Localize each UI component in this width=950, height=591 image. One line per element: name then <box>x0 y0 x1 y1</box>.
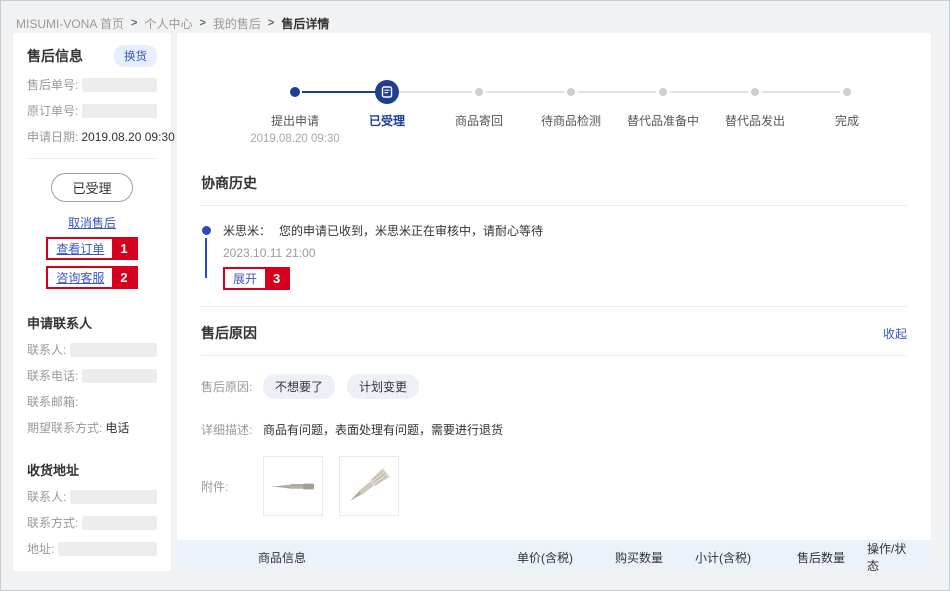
annotation-number-2: 2 <box>112 268 135 287</box>
preferred-contact-row: 期望联系方式: 电话 <box>27 419 157 436</box>
timeline-dot <box>202 226 211 235</box>
breadcrumb-separator: > <box>131 17 137 29</box>
accepted-step-icon <box>375 80 399 104</box>
product-table-header: 商品信息 单价(含税) 购买数量 小计(含税) 售后数量 操作/状态 <box>177 540 931 571</box>
annotation-box-3: 展开 3 <box>223 267 290 290</box>
redacted-value <box>82 369 157 383</box>
step-accepted: 已受理 <box>341 79 433 145</box>
reason-tag: 计划变更 <box>347 374 419 399</box>
col-product-info: 商品信息 <box>190 549 517 566</box>
step-dot-done <box>290 87 300 97</box>
annotation-number-3: 3 <box>265 269 288 288</box>
timeline-marker <box>201 222 211 290</box>
original-order-number-row: 原订单号: <box>27 102 157 119</box>
breadcrumb-separator: > <box>268 17 274 29</box>
address-row: 地址: <box>27 540 157 557</box>
collapse-section-link[interactable]: 收起 <box>883 325 907 342</box>
shipping-address-title: 收货地址 <box>27 460 157 479</box>
tool-photo-2 <box>343 460 395 512</box>
applicant-email-row: 联系邮箱: <box>27 393 157 410</box>
step-submitted: 提出申请 2019.08.20 09:30 <box>249 79 341 145</box>
applicant-phone-row: 联系电话: <box>27 367 157 384</box>
redacted-value <box>82 78 157 92</box>
exchange-type-badge: 换货 <box>114 45 157 67</box>
step-replacement-preparing: 替代品准备中 <box>617 79 709 145</box>
divider <box>27 158 157 159</box>
tool-photo-1 <box>267 460 319 512</box>
redacted-value <box>82 104 157 118</box>
step-completed: 完成 <box>801 79 893 145</box>
annotation-number-1: 1 <box>112 239 135 258</box>
history-title: 协商历史 <box>201 173 257 193</box>
step-replacement-shipped: 替代品发出 <box>709 79 801 145</box>
message-sender: 米思米： <box>223 224 271 238</box>
step-dot-pending <box>843 88 851 96</box>
progress-stepper: 提出申请 2019.08.20 09:30 已受理 商品寄回 待商品检测 <box>177 33 931 145</box>
annotation-box-2: 咨询客服 2 <box>46 266 137 289</box>
reason-title: 售后原因 <box>201 323 257 343</box>
description-text: 商品有问题，表面处理有问题，需要进行退货 <box>263 417 503 438</box>
reason-tag: 不想要了 <box>263 374 335 399</box>
step-dot-pending <box>475 88 483 96</box>
aftersales-number-row: 售后单号: <box>27 76 157 93</box>
redacted-value <box>58 542 157 556</box>
col-aftersales-quantity: 售后数量 <box>789 549 867 566</box>
step-return-goods: 商品寄回 <box>433 79 525 145</box>
breadcrumb-my-aftersales[interactable]: 我的售后 <box>213 15 261 32</box>
breadcrumb-separator: > <box>199 17 205 29</box>
step-dot-pending <box>751 88 759 96</box>
applicant-name-row: 联系人: <box>27 341 157 358</box>
col-subtotal: 小计(含税) <box>695 549 789 566</box>
col-unit-price: 单价(含税) <box>517 549 615 566</box>
col-quantity: 购买数量 <box>615 549 695 566</box>
address-contact-row: 联系方式: <box>27 514 157 531</box>
address-name-row: 联系人: <box>27 488 157 505</box>
breadcrumb: MISUMI-VONA 首页 > 个人中心 > 我的售后 > 售后详情 <box>1 1 949 33</box>
history-entry: 米思米： 您的申请已收到，米思米正在审核中，请耐心等待 2023.10.11 21… <box>201 206 907 307</box>
view-order-link[interactable]: 查看订单 <box>48 239 112 258</box>
breadcrumb-personal-center[interactable]: 个人中心 <box>144 15 192 32</box>
aftersales-detail-panel: 提出申请 2019.08.20 09:30 已受理 商品寄回 待商品检测 <box>177 33 931 571</box>
apply-date-value: 2019.08.20 09:30 <box>81 130 174 144</box>
expand-history-link[interactable]: 展开 <box>225 269 265 288</box>
message-text: 您的申请已收到，米思米正在审核中，请耐心等待 <box>279 224 543 238</box>
aftersales-reason-section: 售后原因 收起 售后原因: 不想要了 计划变更 详细描述: 商品有问题，表面处理… <box>201 307 907 516</box>
negotiation-history-section: 协商历史 米思米： 您的申请已收到，米思米正在审核中，请耐心等待 2023.10.… <box>201 157 907 307</box>
attachment-thumbnail-2[interactable] <box>339 456 399 516</box>
step-awaiting-inspection: 待商品检测 <box>525 79 617 145</box>
redacted-value <box>70 343 157 357</box>
step-dot-pending <box>567 88 575 96</box>
step-date: 2019.08.20 09:30 <box>250 133 340 145</box>
apply-date-row: 申请日期: 2019.08.20 09:30 <box>27 128 157 145</box>
timeline-line <box>205 238 207 278</box>
redacted-value <box>70 490 157 504</box>
sidebar-title: 售后信息 <box>27 46 83 66</box>
attachment-thumbnail-1[interactable] <box>263 456 323 516</box>
step-dot-pending <box>659 88 667 96</box>
message-time: 2023.10.11 21:00 <box>223 246 543 260</box>
breadcrumb-home[interactable]: MISUMI-VONA 首页 <box>16 15 124 32</box>
contact-service-link[interactable]: 咨询客服 <box>48 268 112 287</box>
preferred-contact-value: 电话 <box>105 419 129 436</box>
redacted-value <box>82 516 157 530</box>
cancel-aftersales-link[interactable]: 取消售后 <box>68 214 116 231</box>
aftersales-info-sidebar: 售后信息 换货 售后单号: 原订单号: 申请日期: 2019.08.20 09:… <box>13 33 171 571</box>
annotation-box-1: 查看订单 1 <box>46 237 137 260</box>
applicant-contact-title: 申请联系人 <box>27 313 157 332</box>
status-accepted-pill: 已受理 <box>51 173 132 202</box>
reason-tags-row: 售后原因: 不想要了 计划变更 <box>201 374 907 399</box>
breadcrumb-aftersales-detail: 售后详情 <box>281 15 329 32</box>
col-action-status: 操作/状态 <box>867 540 918 571</box>
attachments-row: 附件: <box>201 456 907 516</box>
description-row: 详细描述: 商品有问题，表面处理有问题，需要进行退货 <box>201 417 907 438</box>
